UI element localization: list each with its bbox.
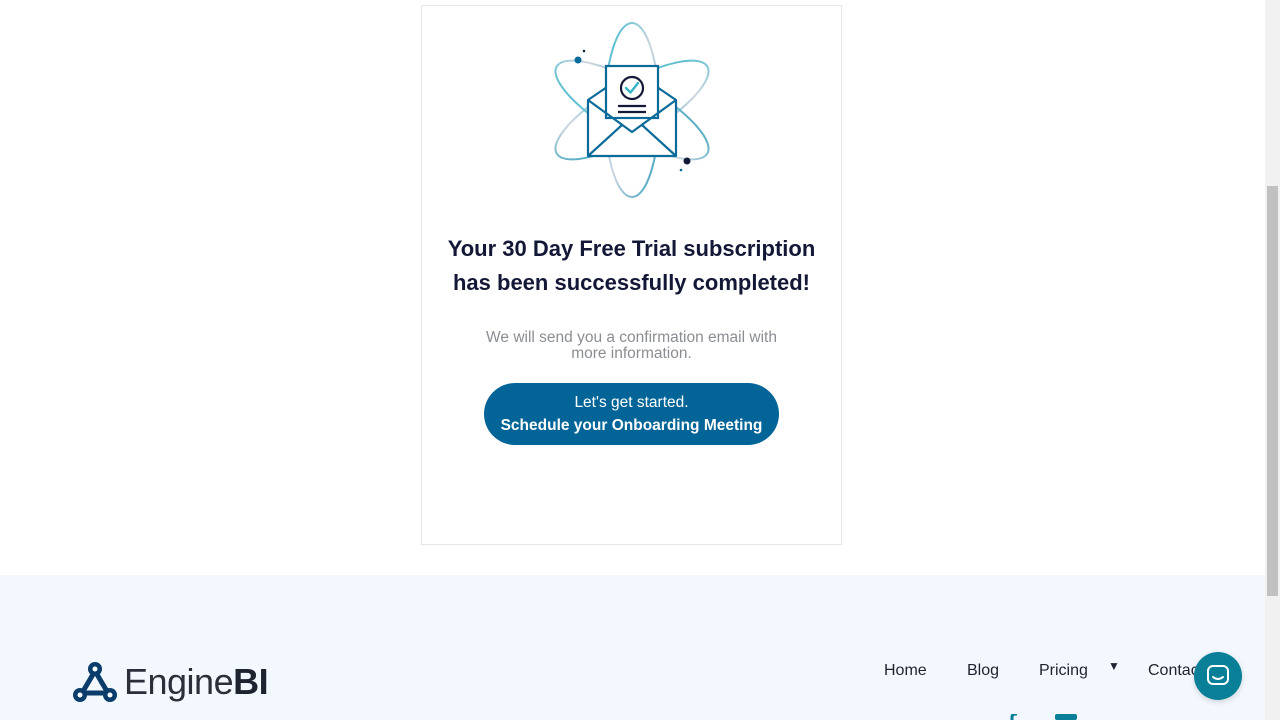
subtext-line-2: more information. — [571, 345, 692, 362]
footer-nav-home[interactable]: Home — [884, 661, 927, 681]
pricing-dropdown-caret-icon[interactable]: ▼ — [1108, 659, 1120, 673]
scrollbar-thumb[interactable] — [1267, 186, 1278, 596]
footer-nav-blog[interactable]: Blog — [967, 661, 999, 681]
success-headline: Your 30 Day Free Trial subscription has … — [422, 232, 841, 300]
cta-line-1: Let's get started. — [574, 393, 689, 411]
footer-nav-pricing[interactable]: Pricing — [1039, 661, 1088, 681]
linkedin-icon[interactable] — [1055, 714, 1077, 720]
headline-line-2: has been successfully completed! — [452, 270, 811, 295]
headline-line-1: Your 30 Day Free Trial subscription — [447, 236, 816, 261]
facebook-icon[interactable] — [1000, 714, 1022, 720]
footer-nav: Home Blog Pricing ▼ Contact — [0, 659, 1265, 681]
chat-bubble-icon — [1207, 665, 1229, 685]
envelope-certificate-atom-icon — [554, 22, 710, 198]
chat-launcher-button[interactable] — [1194, 652, 1242, 700]
confirmation-subtext: We will send you a confirmation email wi… — [462, 330, 801, 362]
page: Your 30 Day Free Trial subscription has … — [0, 0, 1280, 720]
vertical-scrollbar[interactable] — [1265, 0, 1280, 720]
footer: EngineBI Home Blog Pricing ▼ Contact — [0, 575, 1265, 720]
cta-line-2: Schedule your Onboarding Meeting — [500, 416, 763, 434]
schedule-onboarding-button[interactable]: Let's get started. Schedule your Onboard… — [484, 383, 779, 445]
subtext-line-1: We will send you a confirmation email wi… — [486, 329, 777, 346]
confirmation-card: Your 30 Day Free Trial subscription has … — [421, 5, 842, 545]
